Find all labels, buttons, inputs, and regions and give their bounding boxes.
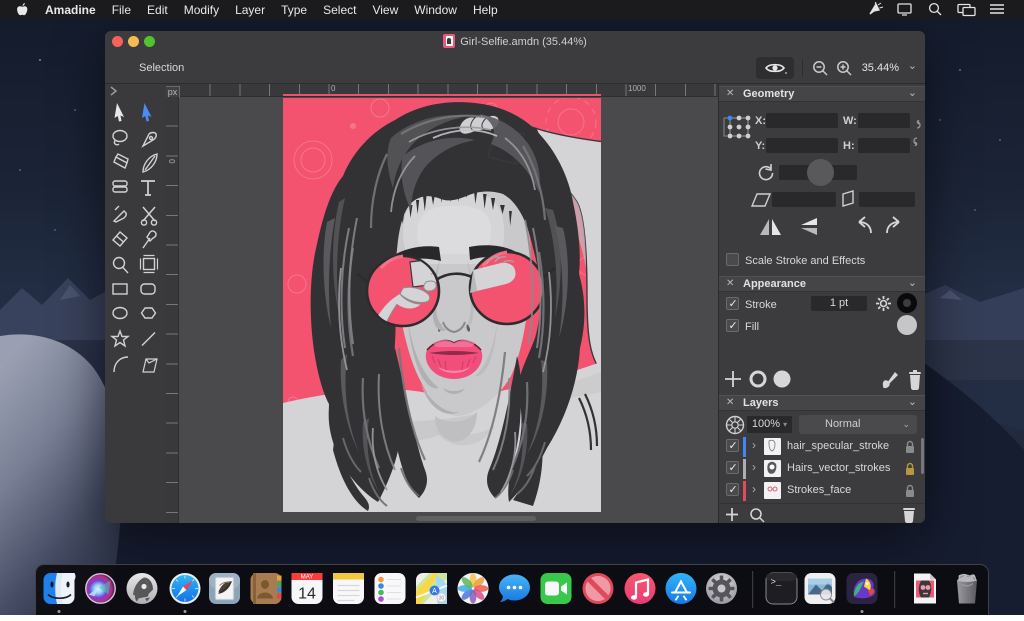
- svg-text:30: 30: [439, 596, 445, 602]
- svg-text:>_: >_: [771, 578, 782, 588]
- svg-text:14: 14: [298, 586, 316, 603]
- svg-text:A: A: [432, 588, 437, 595]
- svg-text:MAY: MAY: [301, 575, 314, 581]
